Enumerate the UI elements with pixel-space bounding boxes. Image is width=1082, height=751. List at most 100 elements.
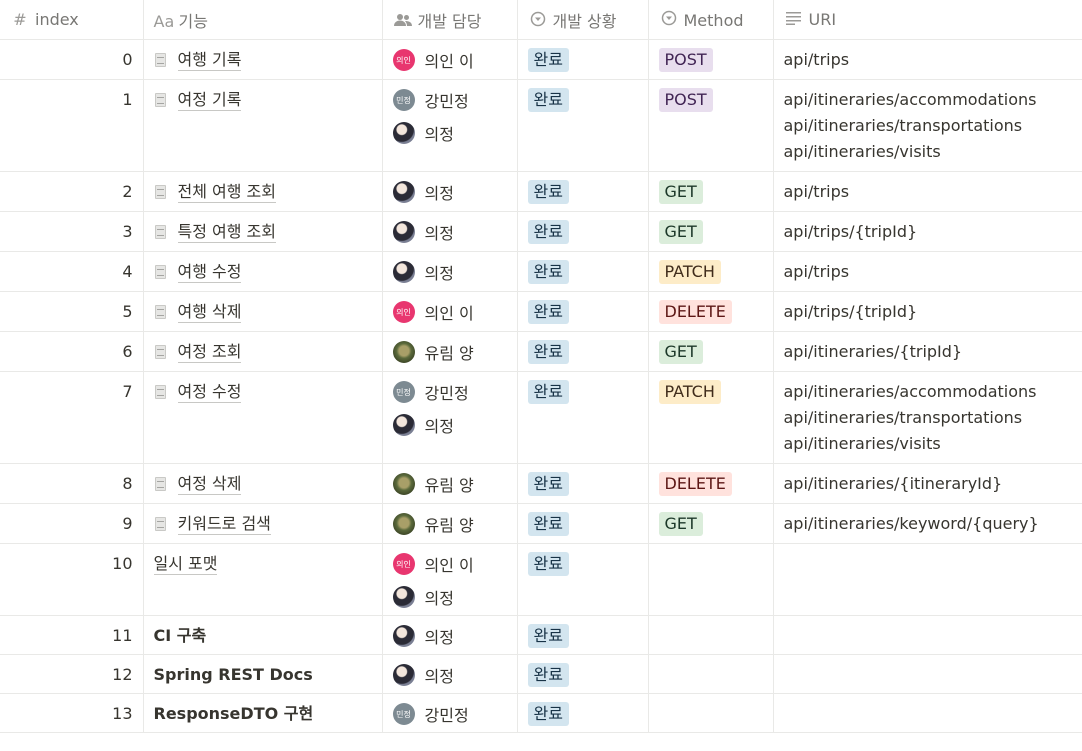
method-cell[interactable] [648,543,774,616]
feature-title[interactable]: ResponseDTO 구현 [154,702,372,726]
feature-name[interactable]: 여정 기록 [177,90,242,111]
person-chip[interactable]: 민정 강민정 [392,380,507,404]
feature-title[interactable]: 여정 기록 [154,88,372,112]
status-cell[interactable]: 완료 [517,463,649,504]
feature-name[interactable]: 전체 여행 조회 [177,182,276,203]
column-header-owner[interactable]: 개발 담당 [382,0,518,40]
uri-cell[interactable]: api/itineraries/accommodations api/itiner… [773,371,1082,464]
feature-cell[interactable]: 여행 기록 [143,39,383,80]
column-header-index[interactable]: # index [0,0,144,40]
person-chip[interactable]: 의정 [392,585,507,609]
table-row[interactable]: 2 전체 여행 조회 의정 완료 GET api/trips [0,171,1082,212]
status-badge[interactable]: 완료 [527,702,569,726]
uri-cell[interactable] [773,543,1082,616]
owner-cell[interactable]: 유림 양 [382,463,518,504]
status-cell[interactable]: 완료 [517,251,649,292]
method-badge[interactable]: PATCH [658,260,721,284]
table-row[interactable]: 12 Spring REST Docs 의정 완료 [0,654,1082,694]
column-header-uri[interactable]: URI [773,0,1082,40]
status-badge[interactable]: 완료 [527,663,569,687]
feature-title[interactable]: 여행 기록 [154,48,372,72]
feature-cell[interactable]: 여정 수정 [143,371,383,464]
method-badge[interactable]: GET [658,220,703,244]
status-cell[interactable]: 완료 [517,371,649,464]
table-row[interactable]: 1 여정 기록 민정 강민정 의정 완료 POST api/itineraries/accom… [0,79,1082,172]
status-badge[interactable]: 완료 [527,220,569,244]
person-chip[interactable]: 의정 [392,220,507,244]
owner-cell[interactable]: 의인 의인 이의정 [382,543,518,616]
uri-cell[interactable]: api/trips [773,39,1082,80]
owner-cell[interactable]: 의정 [382,211,518,252]
method-cell[interactable]: DELETE [648,463,774,504]
feature-title[interactable]: 여행 수정 [154,260,372,284]
table-row[interactable]: 10 일시 포맷 의인 의인 이 의정 완료 [0,543,1082,616]
status-cell[interactable]: 완료 [517,503,649,544]
person-chip[interactable]: 의인 의인 이 [392,552,507,576]
table-row[interactable]: 11 CI 구축 의정 완료 [0,615,1082,655]
method-cell[interactable] [648,615,774,655]
column-header-feature[interactable]: Aa 기능 [143,0,383,40]
status-badge[interactable]: 완료 [527,300,569,324]
feature-name[interactable]: 여정 수정 [177,382,242,403]
feature-name[interactable]: 여정 삭제 [177,474,242,495]
status-badge[interactable]: 완료 [527,88,569,112]
method-cell[interactable]: POST [648,39,774,80]
feature-title[interactable]: 여행 삭제 [154,300,372,324]
status-badge[interactable]: 완료 [527,552,569,576]
method-badge[interactable]: POST [658,48,713,72]
table-row[interactable]: 7 여정 수정 민정 강민정 의정 완료 PATCH api/itineraries/acco… [0,371,1082,464]
feature-cell[interactable]: 일시 포맷 [143,543,383,616]
table-row[interactable]: 3 특정 여행 조회 의정 완료 GET api/trips/{tripId} [0,211,1082,252]
column-header-status[interactable]: 개발 상황 [517,0,649,40]
owner-cell[interactable]: 민정 강민정 [382,693,518,733]
owner-cell[interactable]: 의인 의인 이 [382,39,518,80]
feature-name[interactable]: 여행 수정 [177,262,242,283]
person-chip[interactable]: 의정 [392,180,507,204]
feature-title[interactable]: 여정 삭제 [154,472,372,496]
person-chip[interactable]: 의정 [392,121,507,145]
method-badge[interactable]: GET [658,340,703,364]
table-row[interactable]: 13 ResponseDTO 구현 민정 강민정 완료 [0,693,1082,733]
person-chip[interactable]: 유림 양 [392,340,507,364]
owner-cell[interactable]: 의인 의인 이 [382,291,518,332]
person-chip[interactable]: 의정 [392,663,507,687]
status-badge[interactable]: 완료 [527,472,569,496]
feature-title[interactable]: 특정 여행 조회 [154,220,372,244]
uri-cell[interactable] [773,615,1082,655]
method-badge[interactable]: PATCH [658,380,721,404]
feature-cell[interactable]: 여행 수정 [143,251,383,292]
method-badge[interactable]: POST [658,88,713,112]
owner-cell[interactable]: 민정 강민정의정 [382,79,518,172]
table-row[interactable]: 6 여정 조회 유림 양 완료 GET api/itineraries/{tripId} [0,331,1082,372]
method-cell[interactable]: GET [648,171,774,212]
status-cell[interactable]: 완료 [517,331,649,372]
feature-cell[interactable]: 여정 삭제 [143,463,383,504]
feature-name[interactable]: CI 구축 [154,626,207,646]
status-cell[interactable]: 완료 [517,79,649,172]
person-chip[interactable]: 의인 의인 이 [392,300,507,324]
uri-cell[interactable] [773,654,1082,694]
method-cell[interactable]: GET [648,331,774,372]
status-cell[interactable]: 완료 [517,543,649,616]
method-cell[interactable]: GET [648,503,774,544]
status-cell[interactable]: 완료 [517,291,649,332]
method-cell[interactable]: POST [648,79,774,172]
feature-cell[interactable]: 특정 여행 조회 [143,211,383,252]
feature-cell[interactable]: CI 구축 [143,615,383,655]
feature-title[interactable]: 전체 여행 조회 [154,180,372,204]
table-row[interactable]: 9 키워드로 검색 유림 양 완료 GET api/itineraries/keyword… [0,503,1082,544]
owner-cell[interactable]: 의정 [382,615,518,655]
method-cell[interactable] [648,654,774,694]
uri-cell[interactable]: api/trips/{tripId} [773,211,1082,252]
feature-name[interactable]: 일시 포맷 [153,554,218,575]
person-chip[interactable]: 의인 의인 이 [392,48,507,72]
method-badge[interactable]: DELETE [658,300,732,324]
person-chip[interactable]: 민정 강민정 [392,702,507,726]
table-row[interactable]: 0 여행 기록 의인 의인 이 완료 POST api/trips [0,39,1082,80]
status-badge[interactable]: 완료 [527,340,569,364]
owner-cell[interactable]: 민정 강민정 의정 [382,371,518,464]
feature-cell[interactable]: ResponseDTO 구현 [143,693,383,733]
person-chip[interactable]: 민정 강민정 [392,88,507,112]
feature-title[interactable]: Spring REST Docs [154,663,372,687]
status-badge[interactable]: 완료 [527,180,569,204]
